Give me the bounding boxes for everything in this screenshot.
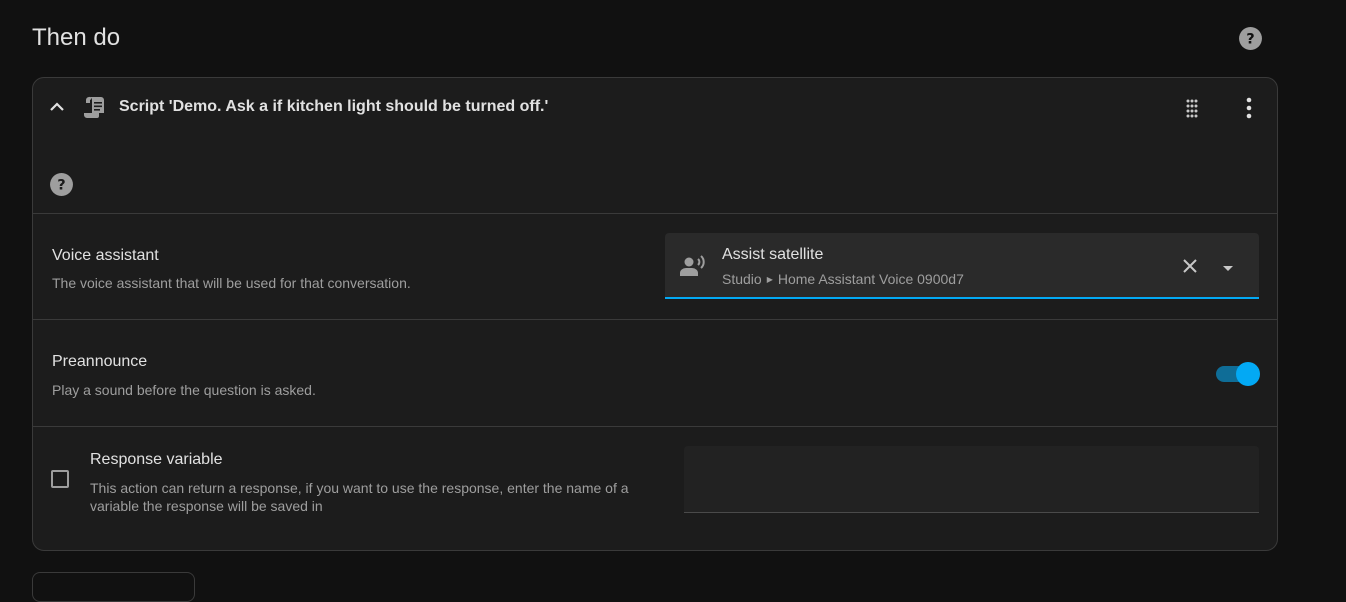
divider xyxy=(33,319,1277,320)
response-variable-description: This action can return a response, if yo… xyxy=(90,480,629,514)
picker-value-title: Assist satellite xyxy=(722,246,824,263)
preannounce-label: Preannounce xyxy=(52,353,148,370)
picker-area: Studio xyxy=(722,271,762,287)
svg-text:?: ? xyxy=(1246,31,1254,48)
card-header[interactable]: Script 'Demo. Ask a if kitchen light sho… xyxy=(33,78,1277,138)
help-icon[interactable]: ? xyxy=(49,172,74,197)
add-action-button[interactable] xyxy=(32,572,195,602)
more-vertical-icon[interactable] xyxy=(1239,97,1259,119)
preannounce-toggle[interactable] xyxy=(1216,361,1260,387)
action-card: Script 'Demo. Ask a if kitchen light sho… xyxy=(32,77,1278,551)
divider xyxy=(33,213,1277,214)
card-title: Script 'Demo. Ask a if kitchen light sho… xyxy=(119,98,549,115)
assist-satellite-icon xyxy=(679,254,707,278)
voice-assistant-description: The voice assistant that will be used fo… xyxy=(52,275,411,291)
response-variable-label: Response variable xyxy=(90,451,223,468)
voice-assistant-label: Voice assistant xyxy=(52,247,159,264)
preannounce-description: Play a sound before the question is aske… xyxy=(52,382,316,398)
dropdown-arrow-icon[interactable] xyxy=(1221,261,1235,271)
response-variable-checkbox[interactable] xyxy=(51,470,69,488)
toggle-thumb xyxy=(1236,362,1260,386)
section-title: Then do xyxy=(32,24,121,51)
chevron-up-icon[interactable] xyxy=(48,98,66,116)
help-icon[interactable]: ? xyxy=(1238,26,1263,51)
script-icon xyxy=(81,94,107,120)
picker-device: Home Assistant Voice 0900d7 xyxy=(777,271,964,287)
picker-value-context: Studio ▶ Home Assistant Voice 0900d7 xyxy=(722,271,964,287)
svg-text:?: ? xyxy=(57,177,65,194)
clear-icon[interactable] xyxy=(1181,257,1199,275)
response-variable-input[interactable] xyxy=(684,446,1259,513)
divider xyxy=(33,426,1277,427)
voice-assistant-picker[interactable]: Assist satellite Studio ▶ Home Assistant V… xyxy=(665,233,1259,299)
drag-handle-icon[interactable] xyxy=(1182,98,1202,118)
separator-icon: ▶ xyxy=(766,275,773,284)
